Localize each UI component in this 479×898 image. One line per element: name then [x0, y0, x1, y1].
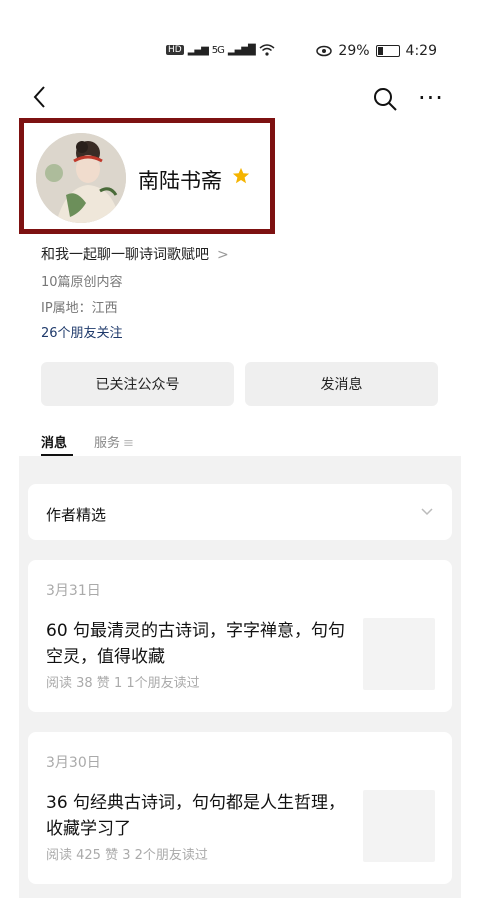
network-type: 5G	[211, 44, 225, 56]
author-picks-card[interactable]: 作者精选	[28, 484, 452, 540]
battery-icon	[375, 45, 400, 57]
article-stats: 阅读 38 赞 1 1个朋友读过	[46, 676, 200, 691]
battery-percent: 29%	[338, 43, 370, 59]
status-left: HD ▂▄▆ 5G ▂▄▆█	[166, 44, 275, 56]
search-icon[interactable]	[372, 86, 398, 112]
status-bar: HD ▂▄▆ 5G ▂▄▆█ 29% 4:29	[0, 0, 479, 70]
send-message-button[interactable]: 发消息	[245, 362, 438, 406]
article-date: 3月31日	[46, 583, 101, 599]
star-icon	[232, 167, 250, 184]
friends-following-link[interactable]: 26个朋友关注	[41, 322, 123, 341]
account-intro[interactable]: 和我一起聊一聊诗词歌赋吧 >	[41, 244, 229, 264]
back-button[interactable]	[30, 84, 54, 114]
tab-messages[interactable]: 消息	[41, 432, 67, 451]
tab-services[interactable]: 服务 ≡	[94, 432, 134, 451]
followed-button[interactable]: 已关注公众号	[41, 362, 234, 406]
avatar[interactable]	[36, 133, 126, 223]
article-thumbnail	[363, 618, 435, 690]
article-title: 60 句最清灵的古诗词，字字禅意，句句空灵，值得收藏	[46, 621, 346, 667]
author-picks-title: 作者精选	[46, 506, 107, 524]
article-date: 3月30日	[46, 755, 101, 771]
ip-location: IP属地：江西	[41, 301, 118, 316]
wifi-icon	[259, 44, 275, 56]
signal-icon: ▂▄▆	[187, 44, 209, 56]
eye-icon	[316, 45, 333, 57]
status-right: 29% 4:29	[316, 43, 437, 59]
clock: 4:29	[405, 43, 437, 59]
hd-badge: HD	[166, 45, 184, 55]
avatar-illustration	[36, 133, 126, 223]
signal-icon-2: ▂▄▆█	[227, 44, 256, 56]
menu-icon: ≡	[123, 436, 134, 451]
article-card[interactable]: 3月30日 36 句经典古诗词，句句都是人生哲理，收藏学习了 阅读 425 赞 …	[28, 732, 452, 884]
article-stats: 阅读 425 赞 3 2个朋友读过	[46, 848, 208, 863]
original-articles-count: 10篇原创内容	[41, 275, 123, 290]
intro-text: 和我一起聊一聊诗词歌赋吧	[41, 247, 209, 263]
account-name: 南陆书斋	[138, 169, 222, 193]
chevron-down-icon	[421, 508, 433, 516]
more-options-icon[interactable]: ···	[418, 84, 444, 112]
tab-services-label: 服务	[94, 436, 121, 451]
article-title: 36 句经典古诗词，句句都是人生哲理，收藏学习了	[46, 793, 346, 839]
article-card[interactable]: 3月31日 60 句最清灵的古诗词，字字禅意，句句空灵，值得收藏 阅读 38 赞…	[28, 560, 452, 712]
chevron-left-icon	[33, 86, 45, 108]
article-thumbnail	[363, 790, 435, 862]
feed-area: 作者精选 3月31日 60 句最清灵的古诗词，字字禅意，句句空灵，值得收藏 阅读…	[19, 456, 461, 898]
chevron-right-icon: >	[217, 247, 229, 263]
